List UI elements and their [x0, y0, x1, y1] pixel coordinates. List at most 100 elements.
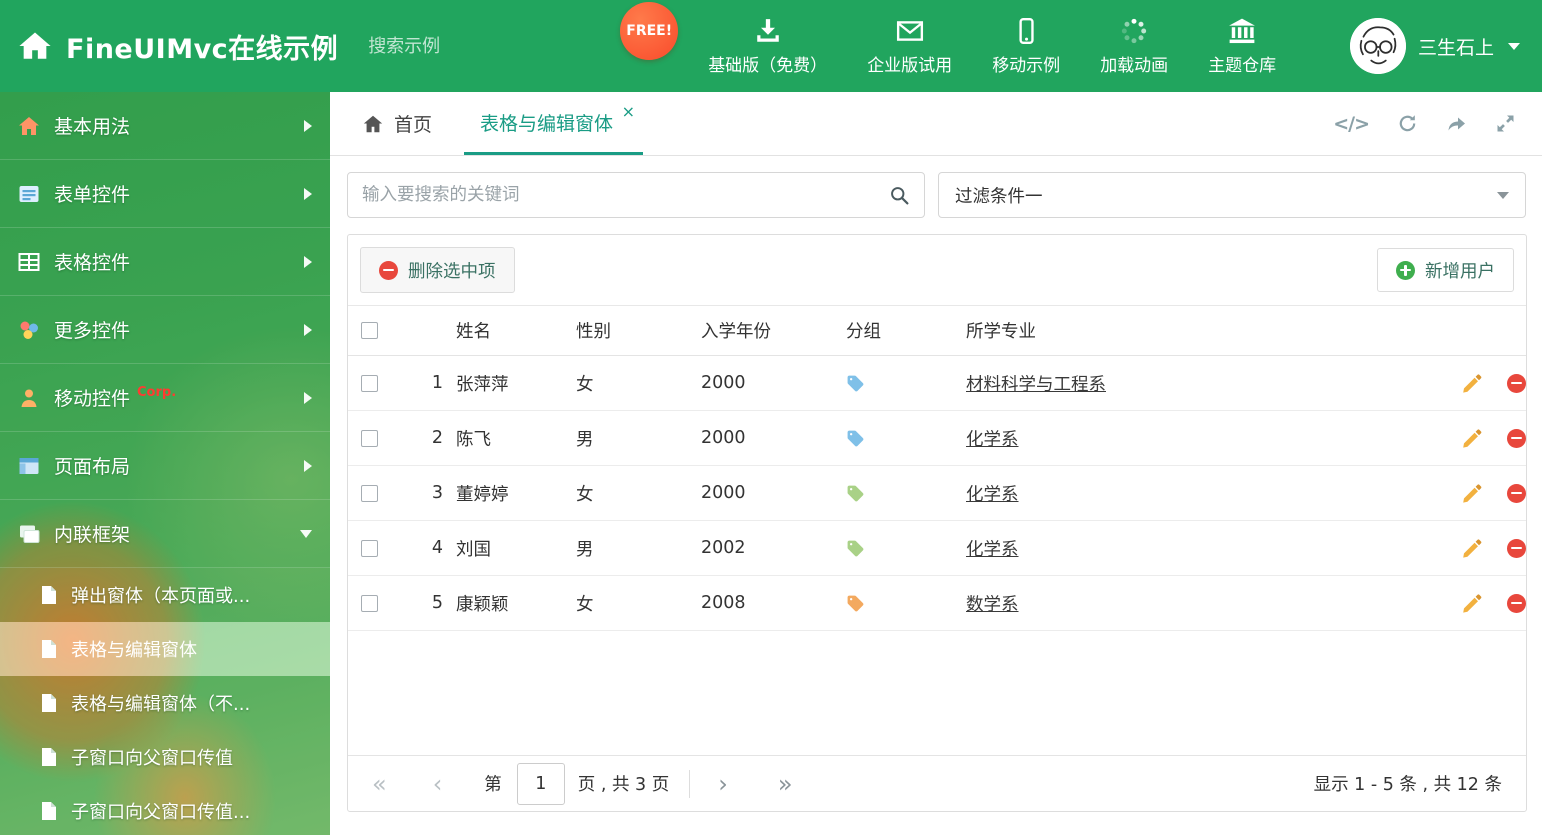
page-first-button[interactable]: «	[372, 772, 387, 796]
cell-gender: 女	[563, 575, 688, 631]
form-icon	[18, 183, 40, 205]
table-row: 4 刘国 男 2002 化学系	[348, 520, 1526, 576]
keyword-search-input[interactable]	[362, 185, 889, 205]
submenu-item-popup-window[interactable]: 弹出窗体（本页面或...	[0, 568, 330, 622]
edit-icon[interactable]	[1461, 482, 1483, 504]
file-icon	[40, 693, 58, 713]
tab-label: 首页	[394, 114, 433, 136]
page-number-input[interactable]	[516, 762, 565, 805]
chevron-down-icon	[300, 529, 312, 538]
grid-panel: 删除选中项 新增用户 姓名 性别 入学年份 分组 所学专业 1 张萍萍 女 20…	[347, 234, 1527, 812]
nav-mobile-demo[interactable]: 移动示例	[992, 17, 1060, 76]
sidebar-item-mobile-controls[interactable]: 移动控件 Corp.	[0, 364, 330, 432]
search-icon[interactable]	[889, 185, 910, 206]
chevron-right-icon	[304, 391, 312, 404]
table-icon	[18, 251, 40, 273]
app-home-icon[interactable]	[18, 29, 52, 63]
row-checkbox[interactable]	[361, 594, 378, 612]
record-summary: 显示 1 - 5 条 , 共 12 条	[1313, 775, 1502, 795]
frame-icon	[18, 523, 40, 545]
tab-home[interactable]: 首页	[346, 92, 448, 155]
major-link[interactable]: 化学系	[966, 485, 1019, 505]
submenu-item-grid-edit-window[interactable]: 表格与编辑窗体	[0, 622, 330, 676]
tab-tools: </>	[1333, 92, 1526, 155]
table-row: 2 陈飞 男 2000 化学系	[348, 410, 1526, 466]
submenu-item-grid-edit-window-2[interactable]: 表格与编辑窗体（不...	[0, 676, 330, 730]
cell-name: 刘国	[443, 520, 563, 576]
edit-icon[interactable]	[1461, 372, 1483, 394]
page-last-button[interactable]: »	[778, 772, 793, 796]
refresh-icon[interactable]	[1397, 113, 1418, 134]
mobile-icon	[1019, 17, 1034, 44]
sidebar-item-page-layout[interactable]: 页面布局	[0, 432, 330, 500]
filter-dropdown[interactable]: 过滤条件一	[938, 172, 1526, 218]
main-content: 首页 表格与编辑窗体 × </> 输入要搜索的关键词 过滤条件一 删除选中项 新…	[330, 92, 1542, 835]
page-next-button[interactable]: ›	[718, 772, 728, 796]
grid-toolbar: 删除选中项 新增用户	[348, 235, 1526, 305]
edit-icon[interactable]	[1461, 427, 1483, 449]
delete-selected-button[interactable]: 删除选中项	[360, 247, 515, 293]
submenu-item-label: 子窗口向父窗口传值	[71, 748, 233, 769]
sidebar-item-label: 更多控件	[54, 320, 131, 342]
tab-label: 表格与编辑窗体	[480, 112, 614, 135]
nav-label: 基础版（免费）	[708, 55, 828, 76]
page-suffix-label: 页 , 共 3 页	[577, 775, 670, 795]
close-icon[interactable]: ×	[622, 104, 635, 120]
nav-label: 移动示例	[992, 55, 1061, 76]
nav-basic-free[interactable]: 基础版（免费）	[708, 17, 827, 76]
sidebar-item-label: 内联框架	[54, 524, 131, 546]
major-link[interactable]: 化学系	[966, 540, 1019, 560]
nav-loading-animation[interactable]: 加载动画	[1100, 17, 1168, 76]
submenu-item-label: 子窗口向父窗口传值...	[71, 802, 251, 823]
cell-gender: 男	[563, 410, 688, 466]
delete-icon[interactable]	[1507, 593, 1526, 613]
sidebar-item-grid-controls[interactable]: 表格控件	[0, 228, 330, 296]
source-code-icon[interactable]: </>	[1333, 113, 1370, 135]
edit-icon[interactable]	[1461, 592, 1483, 614]
delete-icon[interactable]	[1507, 538, 1526, 558]
col-header-gender: 性别	[563, 305, 688, 356]
pager: « ‹ 第 页 , 共 3 页 › » 显示 1 - 5 条 , 共 12 条	[348, 755, 1526, 811]
select-all-checkbox[interactable]	[361, 322, 378, 339]
nav-theme-store[interactable]: 主题仓库	[1208, 17, 1276, 76]
submenu-item-child-to-parent[interactable]: 子窗口向父窗口传值	[0, 730, 330, 784]
cell-name: 陈飞	[443, 410, 563, 466]
expand-icon[interactable]	[1495, 113, 1516, 134]
tab-grid-edit-window[interactable]: 表格与编辑窗体 ×	[464, 92, 644, 155]
submenu-item-label: 表格与编辑窗体（不...	[71, 694, 251, 715]
page-prev-button[interactable]: ‹	[433, 772, 443, 796]
sidebar-item-basic-usage[interactable]: 基本用法	[0, 92, 330, 160]
button-label: 删除选中项	[408, 261, 496, 282]
row-checkbox[interactable]	[361, 539, 378, 557]
row-checkbox[interactable]	[361, 484, 378, 502]
row-checkbox[interactable]	[361, 429, 378, 447]
sidebar-item-label: 移动控件	[54, 388, 131, 410]
nav-enterprise-trial[interactable]: 企业版试用	[867, 17, 952, 76]
edit-icon[interactable]	[1461, 537, 1483, 559]
tag-icon	[846, 539, 865, 558]
delete-icon[interactable]	[1507, 373, 1526, 393]
col-header-major: 所学专业	[953, 305, 1414, 356]
sidebar-item-form-controls[interactable]: 表单控件	[0, 160, 330, 228]
share-icon[interactable]	[1446, 113, 1467, 134]
delete-icon[interactable]	[1507, 428, 1526, 448]
cell-year: 2000	[688, 410, 833, 466]
layout-icon	[18, 455, 40, 477]
app-title: FineUIMvc在线示例	[66, 33, 339, 65]
row-number: 4	[398, 520, 443, 576]
major-link[interactable]: 数学系	[966, 595, 1019, 615]
chevron-right-icon	[304, 255, 312, 268]
header-search-input[interactable]	[368, 35, 594, 57]
user-menu[interactable]: 三生石上	[1349, 18, 1520, 74]
sidebar-item-more-controls[interactable]: 更多控件	[0, 296, 330, 364]
sidebar-item-iframe[interactable]: 内联框架	[0, 500, 330, 568]
home-icon	[363, 115, 383, 132]
tag-icon	[846, 594, 865, 613]
tab-bar: 首页 表格与编辑窗体 × </>	[330, 92, 1542, 156]
add-user-button[interactable]: 新增用户	[1377, 248, 1514, 292]
row-checkbox[interactable]	[361, 374, 378, 392]
major-link[interactable]: 化学系	[966, 430, 1019, 450]
major-link[interactable]: 材料科学与工程系	[966, 375, 1106, 395]
delete-icon[interactable]	[1507, 483, 1526, 503]
submenu-item-child-to-parent-2[interactable]: 子窗口向父窗口传值...	[0, 784, 330, 835]
